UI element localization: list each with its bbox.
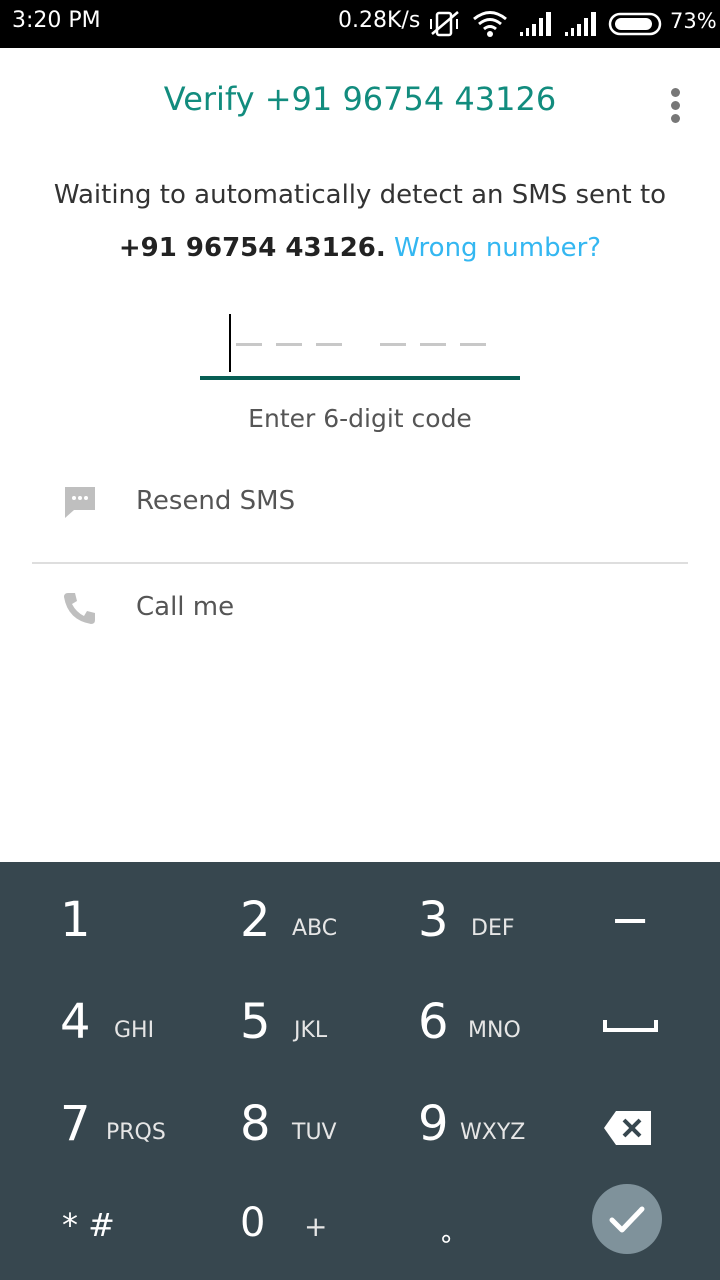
status-time: 3:20 PM bbox=[12, 8, 101, 33]
key-letters: DEF bbox=[471, 916, 515, 941]
space-icon bbox=[603, 1020, 658, 1032]
key-star-hash[interactable]: * # bbox=[40, 1176, 220, 1272]
code-hint: Enter 6-digit code bbox=[248, 404, 472, 433]
key-digit: 0 bbox=[240, 1200, 266, 1246]
battery-percent: 73% bbox=[670, 9, 717, 33]
key-minus[interactable]: − bbox=[580, 870, 680, 966]
status-bar: 3:20 PM 0.28K/s 73% bbox=[0, 0, 720, 48]
key-dot[interactable]: ∘ bbox=[398, 1176, 578, 1272]
key-digit: 1 bbox=[60, 892, 91, 948]
sms-wait-description: Waiting to automatically detect an SMS s… bbox=[53, 180, 667, 210]
phone-line: +91 96754 43126. Wrong number? bbox=[0, 233, 720, 263]
check-icon bbox=[609, 1206, 645, 1233]
phone-number: +91 96754 43126. bbox=[118, 233, 386, 263]
divider bbox=[32, 562, 688, 564]
key-4[interactable]: 4 GHI bbox=[40, 972, 220, 1068]
key-digit: 2 bbox=[240, 892, 271, 948]
key-space[interactable] bbox=[590, 972, 670, 1068]
key-5[interactable]: 5 JKL bbox=[220, 972, 400, 1068]
wrong-number-link[interactable]: Wrong number? bbox=[394, 233, 601, 263]
vibrate-off-icon bbox=[430, 11, 459, 37]
key-letters: WXYZ bbox=[460, 1120, 526, 1145]
key-digit: 8 bbox=[240, 1096, 271, 1152]
key-letters: ABC bbox=[292, 916, 338, 941]
key-letters: GHI bbox=[114, 1018, 155, 1043]
signal-icon bbox=[565, 12, 596, 36]
call-me-label: Call me bbox=[136, 592, 235, 622]
page-title: Verify +91 96754 43126 bbox=[163, 80, 557, 118]
more-vert-icon[interactable] bbox=[662, 86, 690, 126]
key-letters: JKL bbox=[294, 1018, 328, 1043]
signal-icon bbox=[520, 12, 551, 36]
key-digit: 9 bbox=[418, 1096, 449, 1152]
key-3[interactable]: 3 DEF bbox=[398, 870, 578, 966]
key-1[interactable]: 1 bbox=[40, 870, 220, 966]
key-digit: 3 bbox=[418, 892, 449, 948]
key-letters: MNO bbox=[468, 1018, 521, 1043]
code-slot bbox=[236, 343, 262, 346]
key-digit: 7 bbox=[60, 1096, 91, 1152]
key-letters: + bbox=[304, 1210, 328, 1243]
key-9[interactable]: 9 WXYZ bbox=[398, 1074, 578, 1170]
code-slot bbox=[460, 343, 486, 346]
battery-icon bbox=[608, 12, 662, 36]
key-8[interactable]: 8 TUV bbox=[220, 1074, 400, 1170]
text-caret bbox=[229, 314, 231, 372]
key-letters: TUV bbox=[292, 1120, 337, 1145]
key-digit: * # bbox=[62, 1206, 115, 1244]
code-input[interactable] bbox=[200, 310, 520, 380]
code-slot bbox=[276, 343, 302, 346]
key-digit: 6 bbox=[418, 994, 449, 1050]
key-digit: ∘ bbox=[438, 1224, 455, 1254]
key-digit: − bbox=[610, 892, 651, 948]
resend-sms-label: Resend SMS bbox=[136, 486, 296, 516]
key-digit: 4 bbox=[60, 994, 91, 1050]
key-digit: 5 bbox=[240, 994, 271, 1050]
backspace-icon bbox=[604, 1111, 651, 1145]
key-6[interactable]: 6 MNO bbox=[398, 972, 578, 1068]
code-slot bbox=[316, 343, 342, 346]
key-7[interactable]: 7 PRQS bbox=[40, 1074, 220, 1170]
key-letters: PRQS bbox=[106, 1120, 166, 1145]
message-icon bbox=[65, 487, 95, 518]
resend-sms-option[interactable]: Resend SMS bbox=[32, 462, 688, 542]
done-button[interactable] bbox=[592, 1184, 662, 1254]
code-slot bbox=[380, 343, 406, 346]
key-2[interactable]: 2 ABC bbox=[220, 870, 400, 966]
key-backspace[interactable] bbox=[590, 1074, 670, 1170]
phone-icon bbox=[64, 593, 95, 624]
code-input-underline bbox=[200, 376, 520, 380]
code-slot bbox=[420, 343, 446, 346]
network-speed: 0.28K/s bbox=[338, 8, 421, 33]
key-0[interactable]: 0 + bbox=[220, 1176, 400, 1272]
wifi-icon bbox=[473, 11, 507, 37]
call-me-option[interactable]: Call me bbox=[32, 568, 688, 648]
